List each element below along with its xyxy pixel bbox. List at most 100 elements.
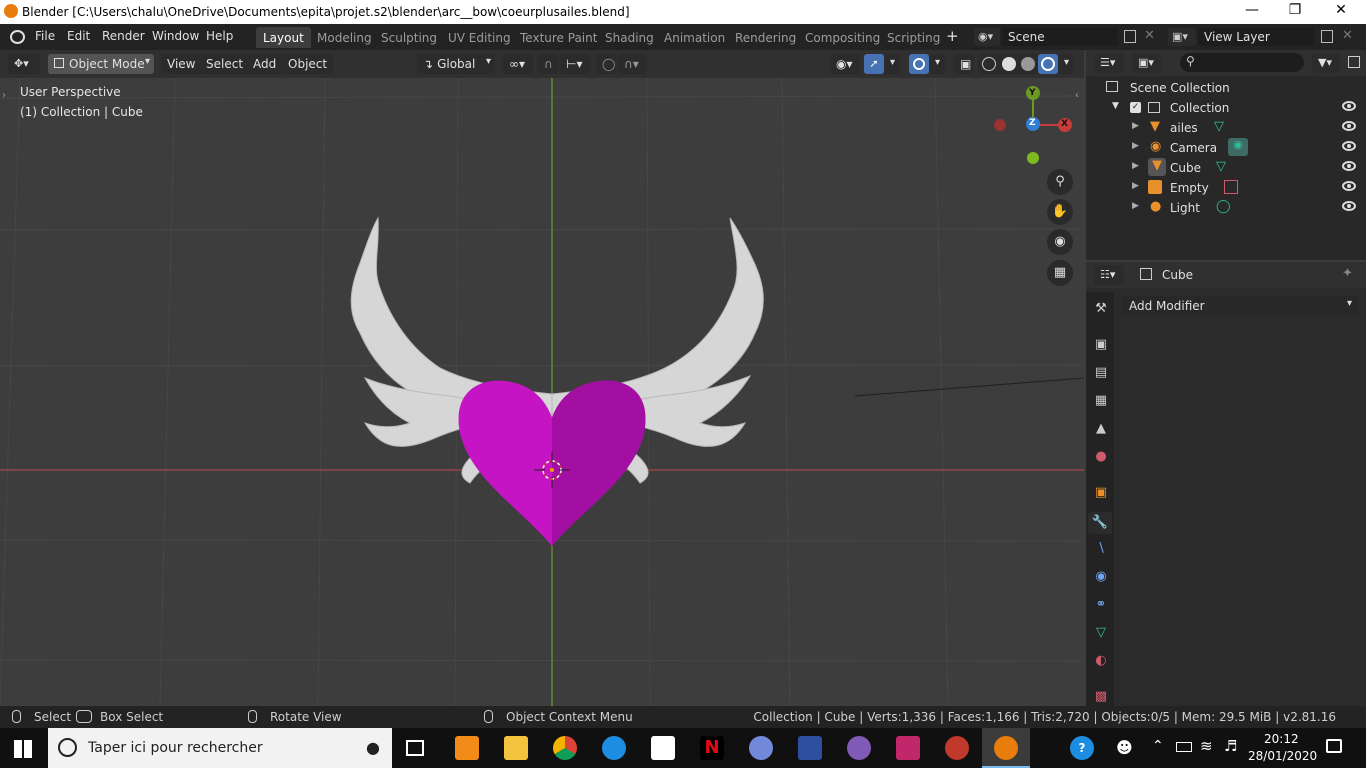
visibility-dropdown[interactable]: ◉▾ (830, 54, 860, 74)
tab-modeling[interactable]: Modeling (310, 27, 379, 48)
new-scene-icon[interactable] (1124, 30, 1136, 43)
netflix-icon[interactable]: N (700, 736, 724, 760)
tray-chevron-icon[interactable]: ⌃ (1152, 738, 1164, 754)
tab-texture-paint[interactable]: Texture Paint (513, 27, 604, 48)
gizmo-y-label[interactable]: Y (1029, 88, 1036, 98)
outliner-row-cube[interactable]: ▶ ▼ Cube ▽ (1086, 158, 1366, 178)
output-tab-icon[interactable]: ▤ (1092, 364, 1110, 382)
gizmo-dropdown[interactable]: ▾ (884, 54, 900, 74)
transform-orientation-dropdown[interactable]: ↴ Global ▾ (417, 54, 495, 74)
object-mode-dropdown[interactable]: Object Mode ▾ (48, 54, 154, 74)
tab-shading[interactable]: Shading (598, 27, 661, 48)
outliner-row-empty[interactable]: ▶ Empty (1086, 178, 1366, 198)
display-mode-button[interactable]: ▣▾ (1132, 53, 1162, 73)
mail-envelope-icon[interactable] (651, 736, 675, 760)
clock-date[interactable]: 28/01/2020 (1248, 749, 1317, 763)
scene-name-field[interactable]: Scene (1002, 28, 1118, 46)
expand-arrow-icon[interactable]: ▶ (1132, 181, 1139, 191)
add-modifier-dropdown[interactable]: Add Modifier ▾ (1122, 296, 1358, 316)
tab-compositing[interactable]: Compositing (798, 27, 887, 48)
battery-icon[interactable] (1176, 742, 1192, 752)
outliner-row-collection[interactable]: ▼ ✓ Collection (1086, 98, 1366, 118)
wifi-icon[interactable]: ≋ (1200, 737, 1213, 755)
scene-selector-icon[interactable]: ◉▾ (974, 28, 1000, 46)
world-tab-icon[interactable]: ● (1092, 448, 1110, 466)
editor-type-button[interactable]: ✥▾ (8, 54, 40, 74)
discord-icon[interactable] (749, 736, 773, 760)
physics-tab-icon[interactable]: ◉ (1092, 568, 1110, 586)
eye-icon[interactable] (1342, 121, 1356, 131)
close-window-button[interactable]: ✕ (1331, 2, 1351, 18)
blender-menu-icon[interactable] (10, 30, 25, 44)
view-layer-selector-icon[interactable]: ▣▾ (1168, 28, 1196, 46)
outliner-row-scene-collection[interactable]: Scene Collection (1086, 78, 1366, 98)
eye-icon[interactable] (1342, 161, 1356, 171)
overlays-dropdown[interactable]: ▾ (929, 54, 945, 74)
material-preview-icon[interactable] (1021, 57, 1035, 71)
eye-icon[interactable] (1342, 181, 1356, 191)
proportional-edit-button[interactable]: ◯ (596, 54, 616, 74)
maximize-button[interactable]: ❐ (1285, 2, 1305, 18)
tool-tab-icon[interactable]: ⚒ (1092, 300, 1110, 318)
render-tab-icon[interactable]: ▣ (1092, 336, 1110, 354)
minimize-button[interactable]: — (1242, 2, 1262, 18)
menu-object[interactable]: Object (282, 54, 334, 74)
volume-icon[interactable]: ♬ (1224, 737, 1237, 755)
help-icon[interactable]: ? (1070, 736, 1094, 760)
eye-icon[interactable] (1342, 141, 1356, 151)
solid-shading-icon[interactable] (1002, 57, 1016, 71)
people-icon[interactable]: ☻ (1116, 738, 1133, 757)
menu-window[interactable]: Window (152, 29, 199, 43)
particles-tab-icon[interactable]: ∖ (1092, 540, 1110, 558)
material-tab-icon[interactable]: ◐ (1092, 652, 1110, 670)
notifications-icon[interactable] (1326, 739, 1342, 753)
gizmo-z-label[interactable]: Z (1029, 118, 1036, 128)
menu-file[interactable]: File (35, 29, 55, 43)
tab-rendering[interactable]: Rendering (728, 27, 803, 48)
wireframe-shading-icon[interactable] (982, 57, 996, 71)
view-layer-tab-icon[interactable]: ▦ (1092, 392, 1110, 410)
tab-animation[interactable]: Animation (657, 27, 732, 48)
outliner-row-camera[interactable]: ▶ ◉ Camera ◉ (1086, 138, 1366, 158)
xray-toggle-button[interactable]: ▣ (954, 54, 974, 74)
menu-select[interactable]: Select (200, 54, 250, 74)
new-collection-icon[interactable] (1348, 56, 1360, 68)
ortho-grid-icon[interactable]: ▦ (1047, 260, 1073, 286)
proportional-falloff-button[interactable]: ∩▾ (618, 54, 646, 74)
modifier-tab-icon[interactable]: 🔧 (1088, 512, 1112, 534)
file-explorer-icon[interactable] (504, 736, 528, 760)
new-view-layer-icon[interactable] (1321, 30, 1333, 43)
outliner-row-light[interactable]: ▶ ● Light ◯ (1086, 198, 1366, 218)
filter-button[interactable]: ▼▾ (1312, 53, 1340, 73)
rendered-shading-icon[interactable] (1038, 54, 1058, 74)
taskbar-search-box[interactable]: Taper ici pour rechercher ● (48, 728, 392, 768)
tab-layout[interactable]: Layout (256, 27, 311, 48)
sidebar-toggle-arrow[interactable]: ‹ (1075, 90, 1079, 101)
texture-tab-icon[interactable]: ▩ (1092, 688, 1110, 706)
object-tab-icon[interactable]: ▣ (1092, 484, 1110, 502)
clock-time[interactable]: 20:12 (1264, 732, 1299, 746)
tab-uv-editing[interactable]: UV Editing (441, 27, 518, 48)
delete-scene-icon[interactable]: ✕ (1144, 28, 1155, 43)
tab-sculpting[interactable]: Sculpting (374, 27, 444, 48)
expand-arrow-icon[interactable]: ▶ (1132, 201, 1139, 211)
sublime-text-icon[interactable] (455, 736, 479, 760)
menu-edit[interactable]: Edit (67, 29, 90, 43)
outliner-search-field[interactable]: ⚲ (1180, 53, 1304, 72)
collection-checkbox[interactable]: ✓ (1130, 102, 1141, 113)
scene-tab-icon[interactable]: ▲ (1092, 420, 1110, 438)
snap-toggle-button[interactable]: ∩ (538, 54, 558, 74)
virtualbox-icon[interactable] (798, 736, 822, 760)
mail-app-icon[interactable] (602, 736, 626, 760)
expand-arrow-icon[interactable]: ▶ (1132, 141, 1139, 151)
pin-icon[interactable]: ✦ (1342, 266, 1353, 281)
constraints-tab-icon[interactable]: ⚭ (1092, 596, 1110, 614)
overlays-toggle-button[interactable] (909, 54, 929, 74)
outliner-editor-type-button[interactable]: ☰▾ (1094, 53, 1124, 73)
expand-arrow-icon[interactable]: ▼ (1112, 101, 1119, 111)
menu-help[interactable]: Help (206, 29, 233, 43)
data-tab-icon[interactable]: ▽ (1092, 624, 1110, 642)
menu-add[interactable]: Add (247, 54, 283, 74)
task-view-icon[interactable] (406, 740, 424, 756)
tab-scripting[interactable]: Scripting (880, 27, 947, 48)
